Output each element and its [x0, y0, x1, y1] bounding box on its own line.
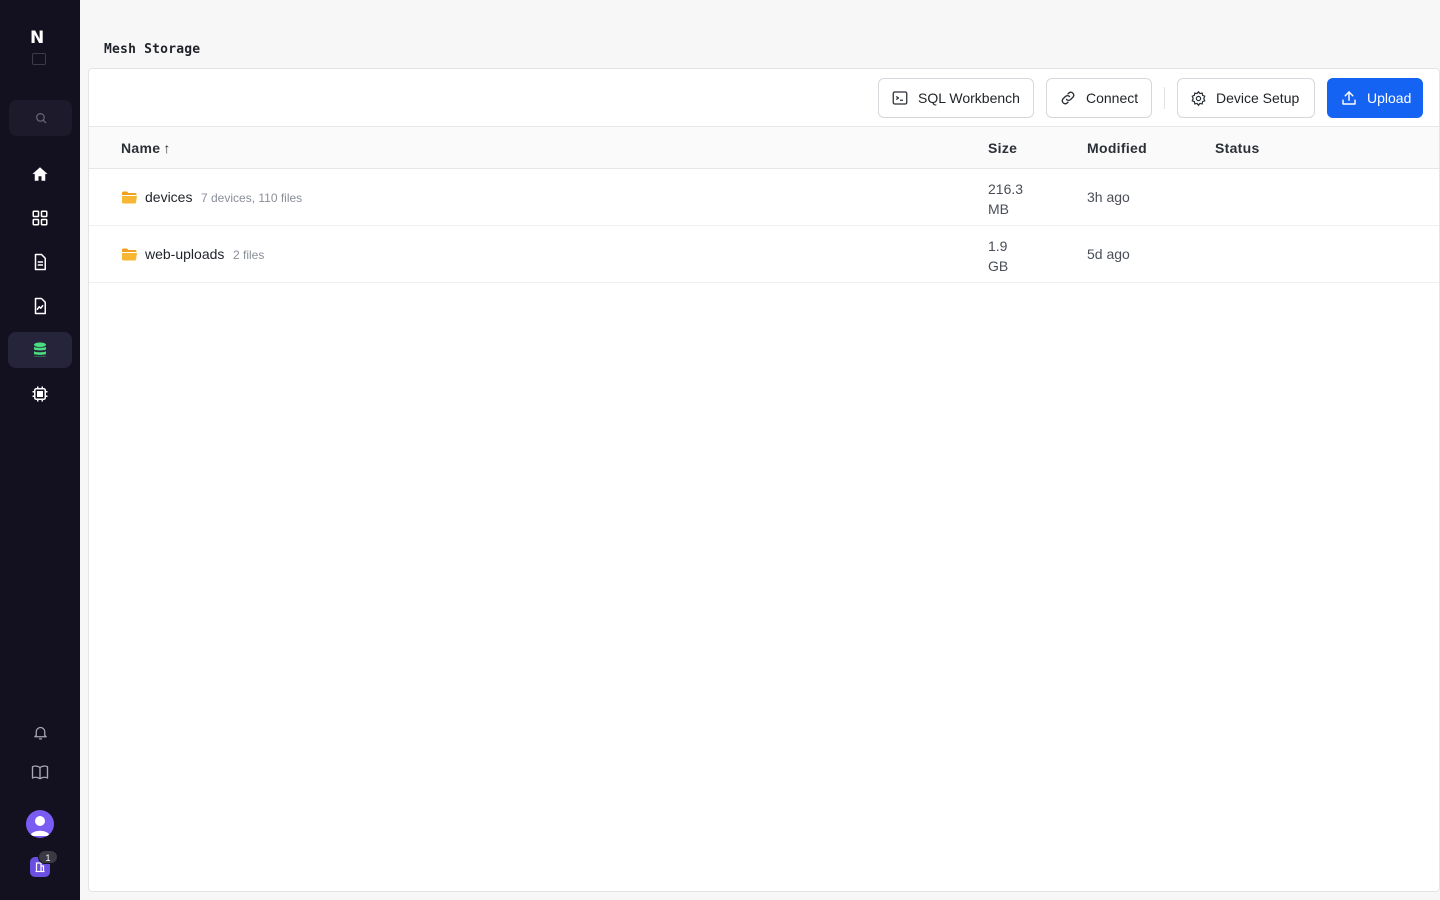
chip-icon — [32, 386, 48, 402]
row-size: 216.3 MB — [988, 179, 1048, 219]
column-modified-header[interactable]: Modified — [1087, 140, 1147, 156]
toolbar: SQL Workbench Connect Device Setup Uploa… — [89, 69, 1439, 127]
folder-icon — [122, 248, 137, 261]
gear-icon — [1191, 90, 1206, 106]
notification-count-badge: 1 — [38, 850, 58, 864]
sql-workbench-button[interactable]: SQL Workbench — [878, 78, 1034, 118]
row-size-value: 1.9 — [988, 238, 1008, 254]
connect-label: Connect — [1086, 90, 1139, 106]
column-name-label: Name — [121, 140, 161, 156]
upload-button[interactable]: Upload — [1327, 78, 1423, 118]
connect-button[interactable]: Connect — [1046, 78, 1152, 118]
sidebar-item-dashboards[interactable] — [8, 200, 72, 236]
app-logo[interactable]: N — [18, 18, 62, 66]
toolbar-divider — [1164, 87, 1165, 109]
sidebar-item-documents[interactable] — [8, 244, 72, 280]
book-icon — [31, 765, 49, 780]
terminal-icon — [892, 91, 908, 105]
row-size: 1.9 GB — [988, 236, 1048, 276]
row-size-unit: GB — [988, 258, 1009, 274]
grid-icon — [32, 210, 48, 226]
row-modified: 3h ago — [1087, 189, 1130, 205]
sidebar-item-devices[interactable] — [8, 376, 72, 412]
row-meta: 2 files — [233, 248, 265, 262]
upload-label: Upload — [1367, 90, 1412, 106]
search-icon — [35, 113, 46, 124]
report-chart-icon — [34, 297, 46, 315]
page-title: Mesh Storage — [104, 42, 201, 57]
sidebar-item-home[interactable] — [8, 156, 72, 192]
user-icon — [30, 816, 50, 836]
sql-workbench-label: SQL Workbench — [918, 90, 1020, 106]
sort-ascending-icon: ↑ — [163, 140, 171, 156]
row-name[interactable]: devices — [145, 189, 192, 205]
sidebar-item-storage[interactable] — [8, 332, 72, 368]
column-size-header[interactable]: Size — [988, 140, 1017, 156]
bell-icon — [33, 726, 47, 740]
row-size-value: 216.3 — [988, 181, 1024, 197]
sidebar-item-reports[interactable] — [8, 288, 72, 324]
sidebar-search-button[interactable] — [9, 100, 72, 136]
device-setup-button[interactable]: Device Setup — [1177, 78, 1315, 118]
row-name[interactable]: web-uploads — [145, 246, 224, 262]
logo-sub-icon — [32, 53, 46, 65]
notifications-button[interactable] — [8, 716, 72, 748]
link-icon — [1061, 91, 1075, 105]
avatar[interactable] — [26, 810, 54, 838]
column-status-header[interactable]: Status — [1215, 140, 1260, 156]
row-meta: 7 devices, 110 files — [201, 191, 303, 205]
table-row[interactable]: devices 7 devices, 110 files 216.3 MB 3h… — [89, 169, 1439, 226]
row-modified: 5d ago — [1087, 246, 1130, 262]
row-size-unit: MB — [988, 201, 1009, 217]
table-header: Name ↑ Size Modified Status — [89, 127, 1439, 169]
docs-button[interactable] — [8, 756, 72, 788]
home-icon — [32, 167, 48, 181]
logo-mark: N — [30, 28, 45, 48]
upload-icon — [1342, 91, 1356, 105]
folder-icon — [122, 191, 137, 204]
sidebar: N 1 — [0, 0, 80, 900]
database-icon — [34, 342, 46, 358]
device-setup-label: Device Setup — [1216, 90, 1300, 106]
table-row[interactable]: web-uploads 2 files 1.9 GB 5d ago — [89, 226, 1439, 283]
document-icon — [34, 253, 46, 271]
storage-panel: SQL Workbench Connect Device Setup Uploa… — [88, 68, 1440, 892]
column-name-header[interactable]: Name ↑ — [121, 140, 171, 156]
